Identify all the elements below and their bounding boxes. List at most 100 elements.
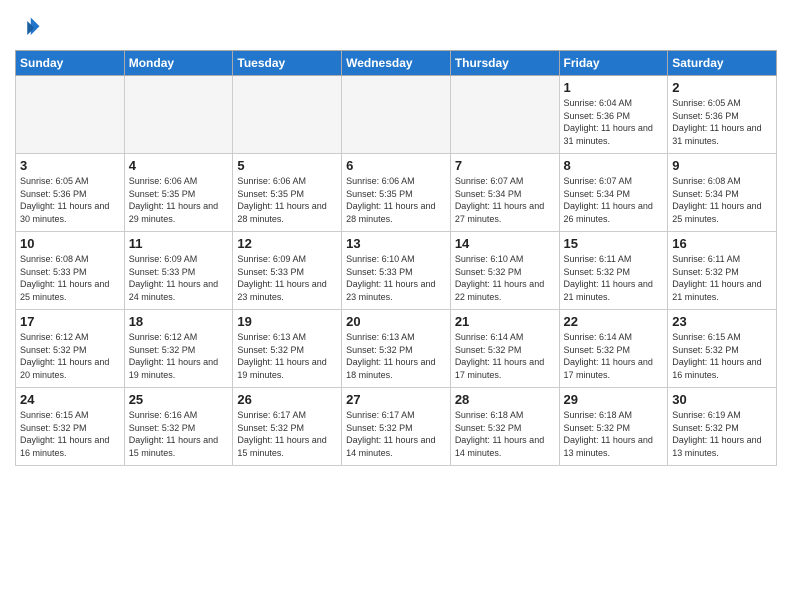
logo [15,10,47,42]
calendar-cell: 1Sunrise: 6:04 AM Sunset: 5:36 PM Daylig… [559,76,668,154]
day-number: 18 [129,314,229,329]
day-detail: Sunrise: 6:11 AM Sunset: 5:32 PM Dayligh… [564,253,664,303]
day-number: 4 [129,158,229,173]
day-detail: Sunrise: 6:17 AM Sunset: 5:32 PM Dayligh… [237,409,337,459]
day-number: 11 [129,236,229,251]
day-detail: Sunrise: 6:19 AM Sunset: 5:32 PM Dayligh… [672,409,772,459]
calendar-cell: 29 Sunrise: 6:18 AM Sunset: 5:32 PM Dayli… [559,388,668,466]
calendar-cell: 30 Sunrise: 6:19 AM Sunset: 5:32 PM Dayli… [668,388,777,466]
day-number: 15 [564,236,664,251]
day-number: 22 [564,314,664,329]
calendar-cell [124,76,233,154]
day-number: 14 [455,236,555,251]
day-detail: Sunrise: 6:15 AM Sunset: 5:32 PM Dayligh… [20,409,120,459]
week-row-0: 1Sunrise: 6:04 AM Sunset: 5:36 PM Daylig… [16,76,777,154]
week-row-1: 3 Sunrise: 6:05 AM Sunset: 5:36 PM Daylig… [16,154,777,232]
day-detail: Sunrise: 6:10 AM Sunset: 5:33 PM Dayligh… [346,253,446,303]
calendar-cell: 8Sunrise: 6:07 AM Sunset: 5:34 PM Daylig… [559,154,668,232]
day-number: 30 [672,392,772,407]
calendar-cell: 12 Sunrise: 6:09 AM Sunset: 5:33 PM Dayli… [233,232,342,310]
weekday-header-wednesday: Wednesday [342,51,451,76]
day-number: 28 [455,392,555,407]
day-detail: Sunrise: 6:10 AM Sunset: 5:32 PM Dayligh… [455,253,555,303]
calendar-cell: 4Sunrise: 6:06 AM Sunset: 5:35 PM Daylig… [124,154,233,232]
day-detail: Sunrise: 6:05 AM Sunset: 5:36 PM Dayligh… [20,175,120,225]
page: SundayMondayTuesdayWednesdayThursdayFrid… [0,0,792,481]
day-detail: Sunrise: 6:16 AM Sunset: 5:32 PM Dayligh… [129,409,229,459]
calendar-cell: 16 Sunrise: 6:11 AM Sunset: 5:32 PM Dayli… [668,232,777,310]
weekday-header-saturday: Saturday [668,51,777,76]
day-detail: Sunrise: 6:09 AM Sunset: 5:33 PM Dayligh… [129,253,229,303]
calendar-cell: 26 Sunrise: 6:17 AM Sunset: 5:32 PM Dayli… [233,388,342,466]
day-detail: Sunrise: 6:11 AM Sunset: 5:32 PM Dayligh… [672,253,772,303]
calendar-cell: 15 Sunrise: 6:11 AM Sunset: 5:32 PM Dayli… [559,232,668,310]
calendar-cell: 5Sunrise: 6:06 AM Sunset: 5:35 PM Daylig… [233,154,342,232]
day-detail: Sunrise: 6:15 AM Sunset: 5:32 PM Dayligh… [672,331,772,381]
day-number: 1 [564,80,664,95]
day-number: 21 [455,314,555,329]
weekday-header-friday: Friday [559,51,668,76]
day-detail: Sunrise: 6:07 AM Sunset: 5:34 PM Dayligh… [564,175,664,225]
calendar-cell [16,76,125,154]
day-number: 25 [129,392,229,407]
calendar-cell [450,76,559,154]
calendar-cell: 23Sunrise: 6:15 AM Sunset: 5:32 PM Dayli… [668,310,777,388]
day-detail: Sunrise: 6:08 AM Sunset: 5:34 PM Dayligh… [672,175,772,225]
day-detail: Sunrise: 6:05 AM Sunset: 5:36 PM Dayligh… [672,97,772,147]
day-number: 19 [237,314,337,329]
calendar-cell: 18 Sunrise: 6:12 AM Sunset: 5:32 PM Dayli… [124,310,233,388]
calendar-cell: 7Sunrise: 6:07 AM Sunset: 5:34 PM Daylig… [450,154,559,232]
day-detail: Sunrise: 6:08 AM Sunset: 5:33 PM Dayligh… [20,253,120,303]
day-detail: Sunrise: 6:06 AM Sunset: 5:35 PM Dayligh… [346,175,446,225]
day-detail: Sunrise: 6:18 AM Sunset: 5:32 PM Dayligh… [564,409,664,459]
calendar-cell: 13 Sunrise: 6:10 AM Sunset: 5:33 PM Dayli… [342,232,451,310]
logo-icon [15,14,43,42]
day-number: 10 [20,236,120,251]
day-number: 13 [346,236,446,251]
weekday-header-monday: Monday [124,51,233,76]
calendar-cell: 17 Sunrise: 6:12 AM Sunset: 5:32 PM Dayli… [16,310,125,388]
day-number: 17 [20,314,120,329]
day-detail: Sunrise: 6:12 AM Sunset: 5:32 PM Dayligh… [129,331,229,381]
day-number: 29 [564,392,664,407]
day-detail: Sunrise: 6:06 AM Sunset: 5:35 PM Dayligh… [237,175,337,225]
day-number: 9 [672,158,772,173]
calendar-cell: 27Sunrise: 6:17 AM Sunset: 5:32 PM Dayli… [342,388,451,466]
header [15,10,777,42]
day-number: 12 [237,236,337,251]
day-number: 26 [237,392,337,407]
day-number: 6 [346,158,446,173]
calendar-cell: 11 Sunrise: 6:09 AM Sunset: 5:33 PM Dayli… [124,232,233,310]
day-detail: Sunrise: 6:14 AM Sunset: 5:32 PM Dayligh… [455,331,555,381]
calendar-cell: 10 Sunrise: 6:08 AM Sunset: 5:33 PM Dayli… [16,232,125,310]
week-row-4: 24 Sunrise: 6:15 AM Sunset: 5:32 PM Dayli… [16,388,777,466]
day-detail: Sunrise: 6:07 AM Sunset: 5:34 PM Dayligh… [455,175,555,225]
day-number: 3 [20,158,120,173]
day-number: 27 [346,392,446,407]
day-detail: Sunrise: 6:09 AM Sunset: 5:33 PM Dayligh… [237,253,337,303]
week-row-2: 10 Sunrise: 6:08 AM Sunset: 5:33 PM Dayli… [16,232,777,310]
calendar-cell: 14 Sunrise: 6:10 AM Sunset: 5:32 PM Dayli… [450,232,559,310]
day-detail: Sunrise: 6:12 AM Sunset: 5:32 PM Dayligh… [20,331,120,381]
calendar-cell: 19Sunrise: 6:13 AM Sunset: 5:32 PM Dayli… [233,310,342,388]
calendar-cell: 21 Sunrise: 6:14 AM Sunset: 5:32 PM Dayli… [450,310,559,388]
day-detail: Sunrise: 6:13 AM Sunset: 5:32 PM Dayligh… [346,331,446,381]
calendar-cell [233,76,342,154]
calendar-cell: 2 Sunrise: 6:05 AM Sunset: 5:36 PM Daylig… [668,76,777,154]
calendar-cell: 22Sunrise: 6:14 AM Sunset: 5:32 PM Dayli… [559,310,668,388]
calendar-cell: 9 Sunrise: 6:08 AM Sunset: 5:34 PM Daylig… [668,154,777,232]
weekday-header-sunday: Sunday [16,51,125,76]
calendar-cell: 6 Sunrise: 6:06 AM Sunset: 5:35 PM Daylig… [342,154,451,232]
calendar-cell: 25 Sunrise: 6:16 AM Sunset: 5:32 PM Dayli… [124,388,233,466]
calendar-cell [342,76,451,154]
day-detail: Sunrise: 6:18 AM Sunset: 5:32 PM Dayligh… [455,409,555,459]
day-number: 16 [672,236,772,251]
calendar-cell: 20Sunrise: 6:13 AM Sunset: 5:32 PM Dayli… [342,310,451,388]
day-number: 24 [20,392,120,407]
calendar-cell: 3 Sunrise: 6:05 AM Sunset: 5:36 PM Daylig… [16,154,125,232]
calendar-cell: 24 Sunrise: 6:15 AM Sunset: 5:32 PM Dayli… [16,388,125,466]
weekday-header-thursday: Thursday [450,51,559,76]
calendar-cell: 28 Sunrise: 6:18 AM Sunset: 5:32 PM Dayli… [450,388,559,466]
day-number: 2 [672,80,772,95]
week-row-3: 17 Sunrise: 6:12 AM Sunset: 5:32 PM Dayli… [16,310,777,388]
